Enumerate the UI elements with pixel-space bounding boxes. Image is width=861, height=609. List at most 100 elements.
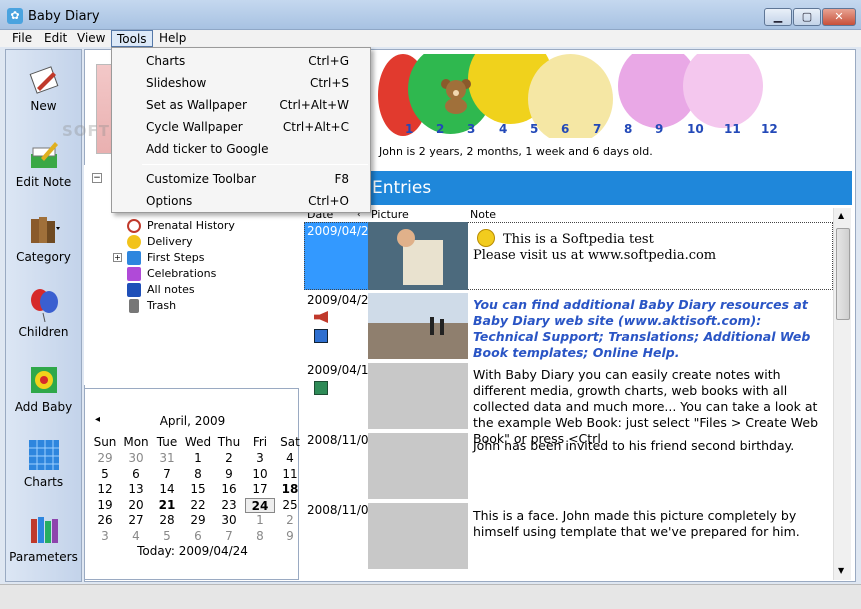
calendar-day[interactable]: 29 bbox=[90, 451, 120, 466]
tree-item-first-steps[interactable]: + First Steps bbox=[113, 250, 205, 266]
calendar-day[interactable]: 20 bbox=[121, 498, 151, 513]
calendar-day[interactable]: 15 bbox=[183, 482, 213, 497]
tree-item-prenatal-history[interactable]: Prenatal History bbox=[125, 218, 235, 234]
menu-item-set-as-wallpaper[interactable]: Set as Wallpaper Ctrl+Alt+W bbox=[113, 94, 369, 116]
tree-expand-icon[interactable]: + bbox=[113, 253, 122, 262]
calendar-day[interactable]: 18 bbox=[275, 482, 305, 497]
new-button[interactable]: New bbox=[6, 62, 81, 113]
menu-item-add-ticker-to-google[interactable]: Add ticker to Google bbox=[113, 138, 369, 160]
calendar-day[interactable]: 16 bbox=[214, 482, 244, 497]
entry-date: 2009/04/24 bbox=[307, 224, 377, 238]
calendar-day[interactable]: 6 bbox=[183, 529, 213, 544]
scroll-up-icon[interactable]: ▲ bbox=[838, 211, 844, 220]
calendar-day[interactable]: 14 bbox=[152, 482, 182, 497]
scroll-down-icon[interactable]: ▼ bbox=[838, 566, 844, 575]
calendar-day[interactable]: 2 bbox=[275, 513, 305, 528]
calendar-day[interactable]: 26 bbox=[90, 513, 120, 528]
calendar-day[interactable]: 24 bbox=[245, 497, 275, 513]
category-button[interactable]: Category bbox=[6, 213, 81, 264]
calendar-day[interactable]: 11 bbox=[275, 467, 305, 482]
calendar-day[interactable]: 8 bbox=[183, 467, 213, 482]
menu-help[interactable]: Help bbox=[154, 30, 191, 47]
edit-note-icon bbox=[27, 138, 61, 172]
calendar-day[interactable]: 10 bbox=[245, 467, 275, 482]
menu-item-charts[interactable]: Charts Ctrl+G bbox=[113, 50, 369, 72]
calendar-day[interactable]: 4 bbox=[121, 529, 151, 544]
tree-item-all-notes[interactable]: All notes bbox=[125, 282, 195, 298]
calendar-day[interactable]: 3 bbox=[90, 529, 120, 544]
calendar-day[interactable]: 13 bbox=[121, 482, 151, 497]
add-baby-label: Add Baby bbox=[14, 400, 73, 414]
calendar-day[interactable]: 19 bbox=[90, 498, 120, 513]
menu-view[interactable]: View bbox=[72, 30, 110, 47]
status-bar bbox=[0, 584, 861, 609]
parameters-button[interactable]: Parameters bbox=[6, 513, 81, 564]
calendar-day[interactable]: 25 bbox=[275, 498, 305, 513]
entry-date: 2008/11/02 bbox=[307, 503, 377, 517]
calendar-day[interactable]: 2 bbox=[214, 451, 244, 466]
calendar-day[interactable]: 27 bbox=[121, 513, 151, 528]
calendar-day[interactable]: 5 bbox=[90, 467, 120, 482]
menu-file[interactable]: File bbox=[7, 30, 37, 47]
tree-item-trash[interactable]: Trash bbox=[125, 298, 176, 314]
menu-item-label: Charts bbox=[146, 54, 186, 68]
edit-note-button[interactable]: Edit Note bbox=[6, 138, 81, 189]
calendar-day[interactable]: 6 bbox=[121, 467, 151, 482]
calendar-day[interactable]: 12 bbox=[90, 482, 120, 497]
column-note[interactable]: Note bbox=[470, 208, 496, 222]
add-baby-button[interactable]: Add Baby bbox=[6, 363, 81, 414]
calendar-day[interactable]: 5 bbox=[152, 529, 182, 544]
calendar-day[interactable]: 28 bbox=[152, 513, 182, 528]
calendar-day[interactable]: 3 bbox=[245, 451, 275, 466]
menu-item-customize-toolbar[interactable]: Customize Toolbar F8 bbox=[113, 168, 369, 190]
calendar-day[interactable]: 17 bbox=[245, 482, 275, 497]
calendar-day[interactable]: 9 bbox=[275, 529, 305, 544]
save-icon bbox=[314, 329, 328, 343]
close-button[interactable]: ✕ bbox=[822, 8, 856, 26]
calendar-day[interactable]: 7 bbox=[214, 529, 244, 544]
menu-tools[interactable]: Tools bbox=[111, 30, 153, 47]
menu-item-cycle-wallpaper[interactable]: Cycle Wallpaper Ctrl+Alt+C bbox=[113, 116, 369, 138]
charts-button[interactable]: Charts bbox=[6, 438, 81, 489]
entries-header: Entries bbox=[304, 171, 852, 205]
maximize-button[interactable]: ▢ bbox=[793, 8, 821, 26]
calendar-day-of-week: Wed bbox=[184, 435, 212, 449]
scrollbar-thumb[interactable] bbox=[836, 228, 850, 320]
calendar-day[interactable]: 23 bbox=[214, 498, 244, 513]
column-picture[interactable]: Picture bbox=[371, 208, 409, 222]
calendar-day[interactable]: 29 bbox=[183, 513, 213, 528]
minimize-button[interactable]: ▁ bbox=[764, 8, 792, 26]
tree-item-celebrations[interactable]: Celebrations bbox=[125, 266, 216, 282]
calendar-day[interactable]: 22 bbox=[183, 498, 213, 513]
menu-item-slideshow[interactable]: Slideshow Ctrl+S bbox=[113, 72, 369, 94]
calendar-day[interactable]: 7 bbox=[152, 467, 182, 482]
children-button[interactable]: Children bbox=[6, 288, 81, 339]
menu-edit[interactable]: Edit bbox=[39, 30, 72, 47]
calendar-today[interactable]: Today: 2009/04/24 bbox=[85, 544, 300, 558]
calendar-day[interactable]: 4 bbox=[275, 451, 305, 466]
menu-item-label: Set as Wallpaper bbox=[146, 98, 247, 112]
calendar-day[interactable]: 1 bbox=[245, 513, 275, 528]
calendar-day[interactable]: 1 bbox=[183, 451, 213, 466]
tree-item-delivery[interactable]: Delivery bbox=[125, 234, 193, 250]
tree-item-label: First Steps bbox=[147, 251, 205, 264]
entries-scrollbar[interactable]: ▲ ▼ bbox=[833, 208, 851, 580]
calendar-day[interactable]: 30 bbox=[214, 513, 244, 528]
add-baby-icon bbox=[27, 363, 61, 397]
calendar-day[interactable]: 31 bbox=[152, 451, 182, 466]
menu-item-label: Customize Toolbar bbox=[146, 172, 257, 186]
charts-label: Charts bbox=[23, 475, 64, 489]
calendar-day[interactable]: 30 bbox=[121, 451, 151, 466]
month-8: 8 bbox=[624, 122, 633, 136]
tree-expander[interactable]: − bbox=[92, 173, 102, 183]
sun-icon bbox=[127, 235, 141, 249]
calendar-day[interactable]: 21 bbox=[152, 498, 182, 513]
menu-item-options[interactable]: Options Ctrl+O bbox=[113, 190, 369, 212]
note-line: Please visit us at www.softpedia.com bbox=[473, 248, 717, 263]
entry-picture bbox=[368, 222, 468, 290]
calendar-day[interactable]: 9 bbox=[214, 467, 244, 482]
menu-item-shortcut: Ctrl+Alt+W bbox=[279, 98, 349, 112]
month-11: 11 bbox=[724, 122, 741, 136]
window-title: Baby Diary bbox=[28, 9, 100, 24]
calendar-day[interactable]: 8 bbox=[245, 529, 275, 544]
